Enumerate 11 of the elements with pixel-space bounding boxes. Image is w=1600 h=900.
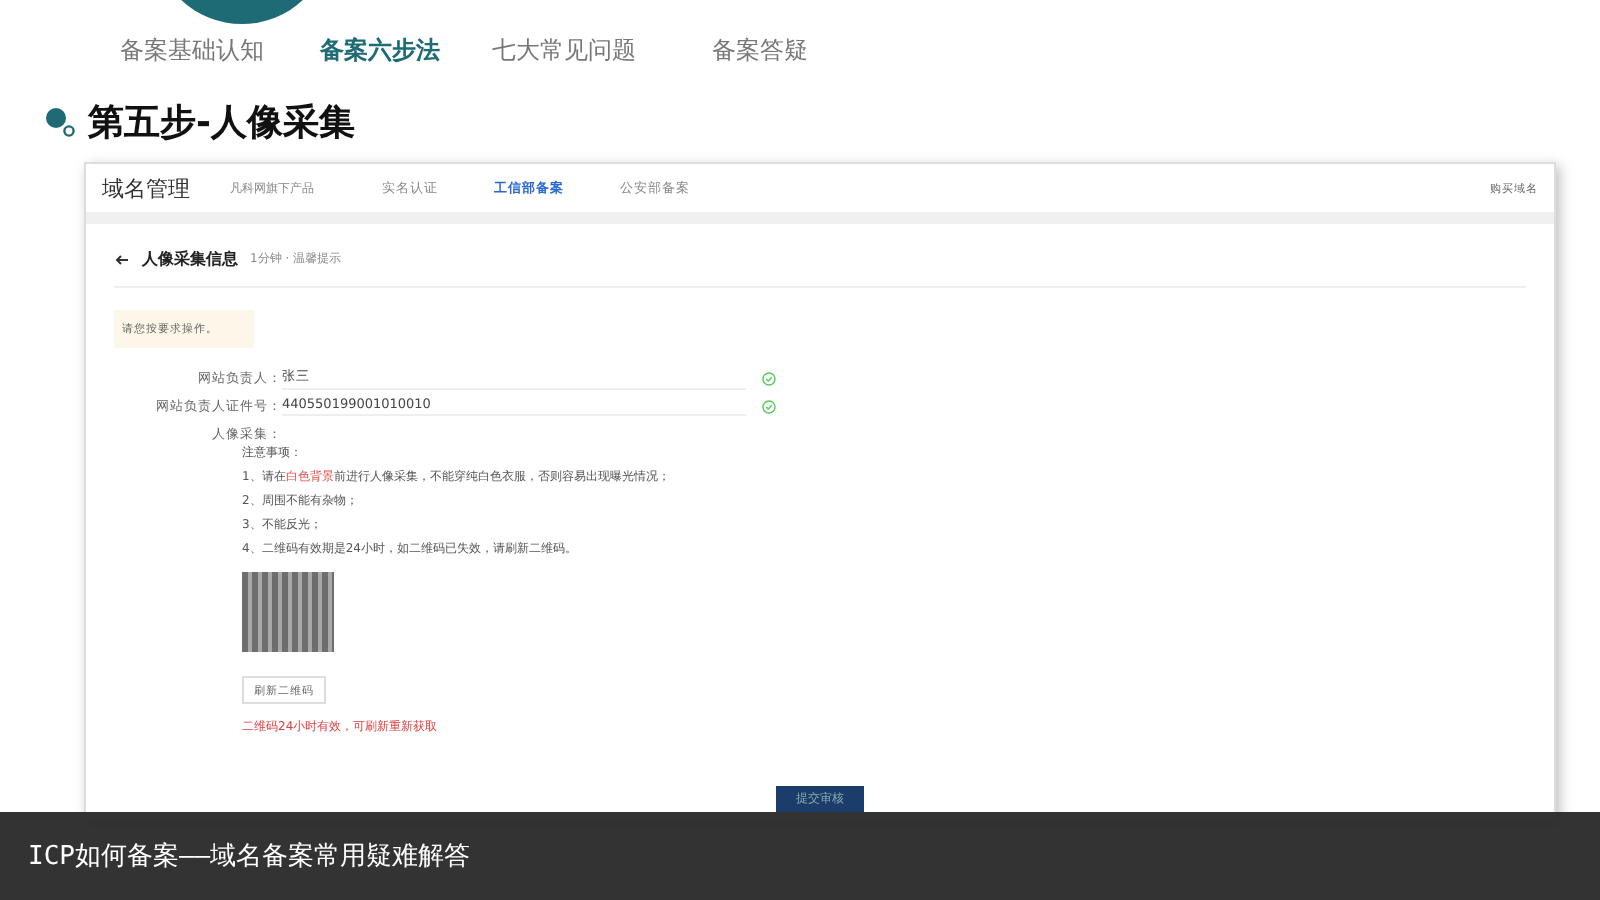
nav-tab[interactable]: 备案答疑 xyxy=(712,34,892,82)
back-arrow-icon[interactable] xyxy=(114,253,130,265)
nav-tab[interactable]: 备案基础认知 xyxy=(120,34,320,82)
page-title: 人像采集信息 xyxy=(142,248,238,270)
app-logo: 域名管理 xyxy=(102,173,190,203)
section-heading: 第五步-人像采集 xyxy=(88,100,355,146)
qr-code-placeholder xyxy=(242,572,334,652)
bullet-dots-icon xyxy=(44,106,76,138)
caption-text: ICP如何备案——域名备案常用疑难解答 xyxy=(28,840,471,874)
nav-tab[interactable]: 七大常见问题 xyxy=(492,34,712,82)
nav-tab[interactable]: 备案六步法 xyxy=(320,34,492,82)
